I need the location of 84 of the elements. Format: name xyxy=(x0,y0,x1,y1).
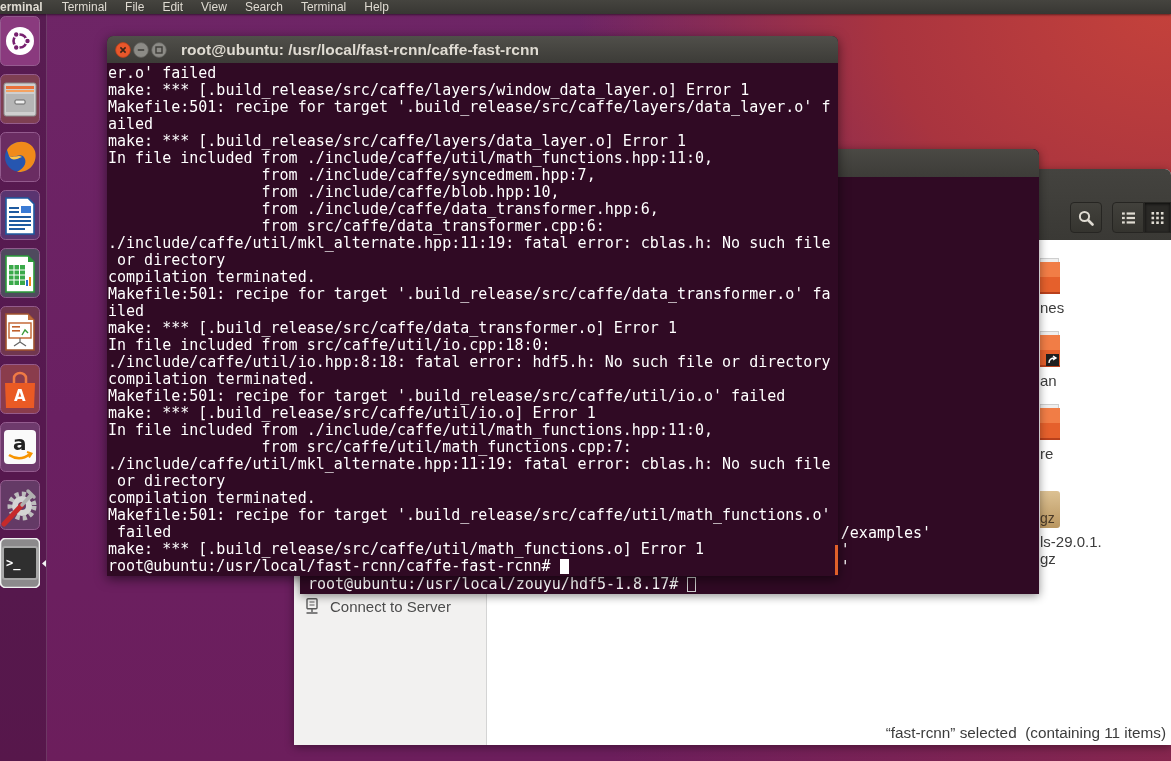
terminal-line: compilation terminated. xyxy=(108,268,316,286)
maximize-icon[interactable] xyxy=(151,41,167,58)
terminal-line: make: *** [.build_release/src/caffe/util/io.o] Error 1 xyxy=(108,404,596,422)
launcher-button[interactable]: >_ xyxy=(0,538,40,588)
list-view-icon xyxy=(1121,211,1135,224)
terminal-line: Makefile:501: recipe for target '.build_release/src/caffe/util/io.o' failed xyxy=(108,387,786,405)
terminal-line: ./include/caffe/util/mkl_alternate.hpp:11:19: fatal error: cblas.h: No such file xyxy=(108,234,831,252)
search-button[interactable] xyxy=(1070,202,1102,233)
menu-item[interactable]: Edit xyxy=(153,0,193,14)
launcher-button[interactable] xyxy=(0,74,40,124)
menu-item[interactable]: Terminal xyxy=(291,0,356,14)
terminal-line: or directory xyxy=(117,472,226,490)
globe-icon xyxy=(0,132,40,182)
document-icon xyxy=(0,190,40,240)
menu-item[interactable]: File xyxy=(116,0,154,14)
menu-item[interactable]: Terminal xyxy=(52,0,117,14)
terminal-line: ' xyxy=(840,541,850,559)
folder-icon[interactable] xyxy=(1040,404,1060,440)
view-toggle-button[interactable] xyxy=(1144,202,1171,233)
terminal-line: ./include/caffe/util/io.hpp:8:18: fatal error: hdf5.h: No such file or directory xyxy=(108,353,831,371)
terminal-line: iled xyxy=(108,302,145,320)
terminal-line: compilation terminated. xyxy=(108,489,316,507)
file-name: an xyxy=(1040,372,1057,389)
launcher-button[interactable] xyxy=(0,248,40,298)
minimize-icon[interactable] xyxy=(133,41,149,58)
launcher-button[interactable]: A xyxy=(0,364,40,414)
shopping-bag-icon xyxy=(0,364,40,414)
launcher-button[interactable] xyxy=(0,132,40,182)
terminal-line: Makefile:501: recipe for target '.build_release/src/caffe/data_transformer.o' fa xyxy=(108,285,831,303)
terminal-line: In file included from ./include/caffe/util/math_functions.hpp:11:0, xyxy=(108,421,714,439)
menu-item[interactable]: Search xyxy=(235,0,292,14)
view-toggle-button[interactable] xyxy=(1112,202,1144,233)
folder-shortcut-icon[interactable] xyxy=(1040,331,1060,367)
close-icon[interactable] xyxy=(115,41,131,58)
terminal-line: ' xyxy=(840,558,850,576)
terminal-line: make: *** [.build_release/src/caffe/layers/window_data_layer.o] Error 1 xyxy=(108,81,750,99)
terminal-line: failed xyxy=(116,523,172,541)
gear-wrench-icon xyxy=(0,480,40,530)
terminal-line: from ./include/caffe/syncedmem.hpp:7, xyxy=(260,166,596,184)
file-name: gz xyxy=(1040,550,1056,567)
menu-item[interactable]: Help xyxy=(355,0,398,14)
file-name: ls-29.0.1. xyxy=(1040,533,1102,550)
terminal-prompt: root@ubuntu:/usr/local/zouyu/hdf5-1.8.17# xyxy=(308,575,679,593)
terminal-line: In file included from src/caffe/util/io.cpp:18:0: xyxy=(108,336,551,354)
sidebar-item[interactable]: Connect to Server xyxy=(294,596,486,616)
terminal-line: make: *** [.build_release/src/caffe/util/math_functions.o] Error 1 xyxy=(108,540,705,558)
terminal-line: In file included from ./include/caffe/util/math_functions.hpp:11:0, xyxy=(108,149,714,167)
presentation-icon xyxy=(0,306,40,356)
terminal-line: /examples' xyxy=(840,524,932,542)
terminal-line: from src/caffe/data_transformer.cpp:6: xyxy=(260,217,605,235)
terminal-line: er.o' failed xyxy=(108,64,217,82)
terminal-line: Makefile:501: recipe for target '.build_release/src/caffe/layers/data_layer.o' f xyxy=(108,98,831,116)
archive-icon[interactable]: gz xyxy=(1040,491,1060,528)
terminal-prompt: root@ubuntu:/usr/local/fast-rcnn/caffe-fast-rcnn# xyxy=(108,557,551,575)
circle-logo-icon xyxy=(0,16,40,66)
scrollbar-indicator[interactable] xyxy=(835,545,838,575)
terminal-line: ailed xyxy=(108,115,154,133)
launcher-button[interactable] xyxy=(0,190,40,240)
status-text: “fast-rcnn” selected (containing 11 items) xyxy=(885,724,1166,742)
terminal-icon xyxy=(0,538,40,588)
launcher-button[interactable] xyxy=(0,16,40,66)
terminal-line: ./include/caffe/util/mkl_alternate.hpp:11:19: fatal error: cblas.h: No such file xyxy=(108,455,831,473)
file-name: nes xyxy=(1040,299,1065,316)
menu-item[interactable]: View xyxy=(192,0,236,14)
launcher-button[interactable] xyxy=(0,480,40,530)
terminal-line: from ./include/caffe/data_transformer.hpp:6, xyxy=(260,200,659,218)
terminal-line: make: *** [.build_release/src/caffe/data_transformer.o] Error 1 xyxy=(108,319,677,337)
terminal-line: Makefile:501: recipe for target '.build_release/src/caffe/util/math_functions.o' xyxy=(108,506,831,524)
terminal-line: or directory xyxy=(117,251,226,269)
search-icon xyxy=(1078,209,1094,226)
terminal-line: from src/caffe/util/math_functions.cpp:7: xyxy=(260,438,632,456)
folder-icon[interactable] xyxy=(1040,258,1060,294)
terminal-line: compilation terminated. xyxy=(108,370,316,388)
file-name: re xyxy=(1040,445,1054,462)
file-cabinet-icon xyxy=(0,74,40,124)
terminal-line: make: *** [.build_release/src/caffe/layers/data_layer.o] Error 1 xyxy=(108,132,686,150)
grid-view-icon xyxy=(1151,211,1164,224)
launcher-button[interactable]: a xyxy=(0,422,40,472)
app-title: erminal xyxy=(0,0,43,14)
terminal-line: from ./include/caffe/blob.hpp:10, xyxy=(260,183,560,201)
launcher-button[interactable] xyxy=(0,306,40,356)
window-title: root@ubuntu: /usr/local/fast-rcnn/caffe-fast-rcnn xyxy=(181,40,539,59)
spreadsheet-icon xyxy=(0,248,40,298)
server-icon xyxy=(305,598,319,614)
